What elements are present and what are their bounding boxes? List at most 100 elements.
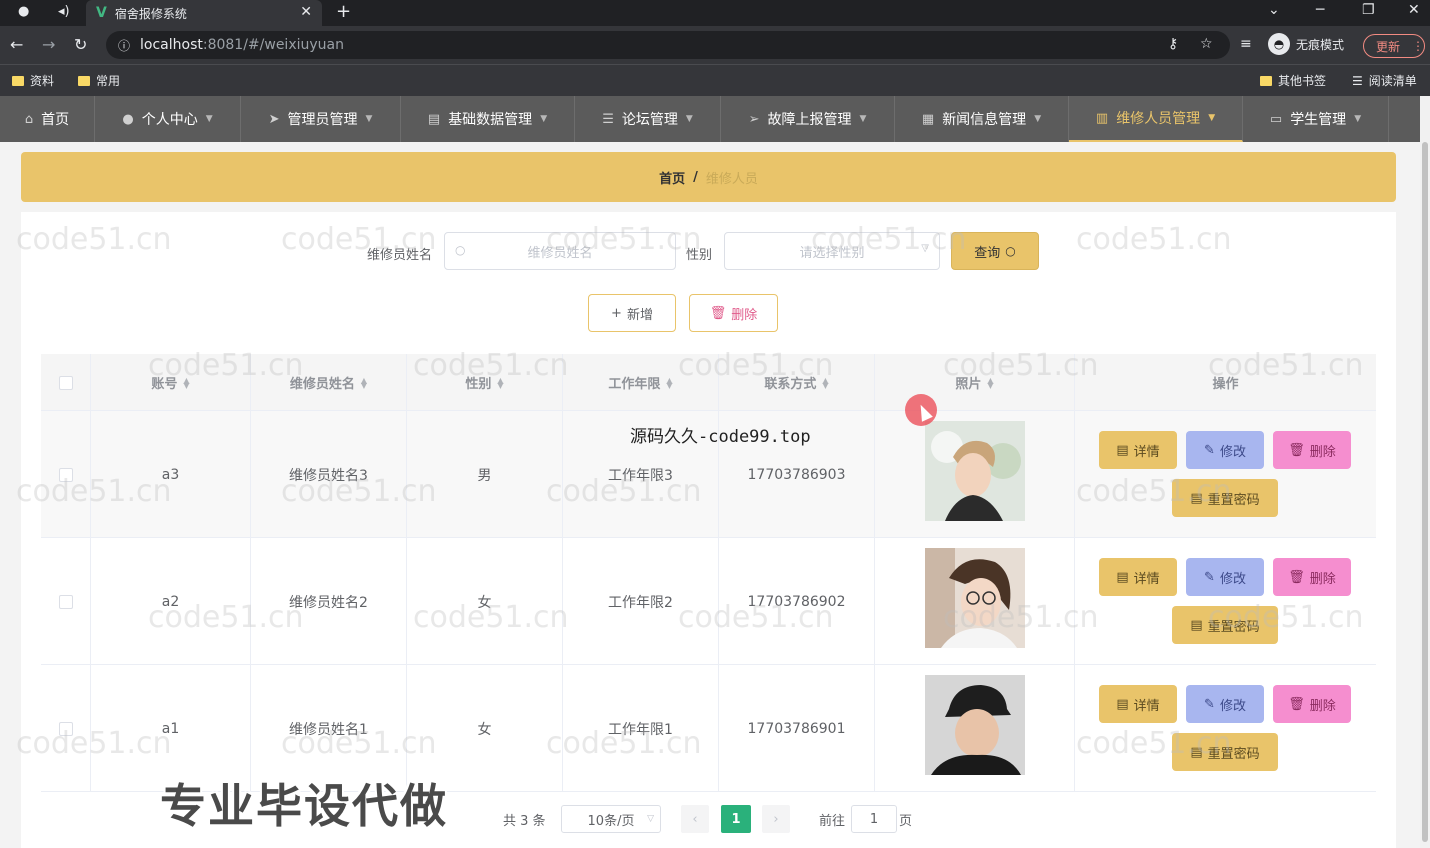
reset-password-button[interactable]: ▤ 重置密码 [1172, 733, 1278, 771]
restore-icon[interactable]: ❐ [1362, 2, 1375, 18]
add-button[interactable]: + 新增 [588, 294, 676, 332]
site-info-icon[interactable]: ⓘ [118, 37, 130, 54]
select-all-cell [41, 354, 91, 411]
nav-item-forum[interactable]: ☰ 论坛管理 ▼ [575, 96, 721, 142]
reading-list[interactable]: ☰ 阅读清单 [1352, 72, 1417, 89]
other-bookmarks-label: 其他书签 [1278, 74, 1327, 88]
folder-icon [12, 75, 24, 86]
key-icon[interactable]: ⚷ [1168, 36, 1178, 52]
nav-item-home[interactable]: ⌂ 首页 [0, 96, 95, 142]
folder-icon [1260, 75, 1272, 86]
sort-icon[interactable]: ▲ ▼ [822, 376, 828, 389]
sort-icon[interactable]: ▲ ▼ [987, 376, 993, 389]
delete-button[interactable]: 🗑 删除 [1273, 431, 1351, 469]
gender-cell: 男 [407, 411, 563, 538]
close-window-icon[interactable]: ✕ [1408, 2, 1420, 18]
browser-menu-icon[interactable]: ● [18, 4, 29, 19]
document-icon: ▤ [1190, 617, 1203, 633]
col-phone[interactable]: 联系方式 ▲ ▼ [719, 354, 875, 411]
page-scrollbar[interactable] [1420, 96, 1430, 848]
star-icon[interactable]: ☆ [1200, 36, 1213, 52]
reset-password-button[interactable]: ▤ 重置密码 [1172, 606, 1278, 644]
reload-icon[interactable]: ↻ [74, 35, 87, 54]
url-host: localhost [140, 37, 203, 53]
edit-label: 修改 [1219, 698, 1246, 714]
col-account[interactable]: 账号 ▲ ▼ [91, 354, 251, 411]
repairman-photo[interactable] [925, 548, 1025, 648]
sort-icon[interactable]: ▲ ▼ [361, 376, 367, 389]
detail-button[interactable]: ▤ 详情 [1099, 685, 1177, 723]
bookmark-folder-2[interactable]: 常用 [78, 72, 120, 89]
bookmark-label: 资料 [30, 74, 55, 88]
breadcrumb-home[interactable]: 首页 [659, 168, 685, 187]
edit-button[interactable]: ✎ 修改 [1186, 431, 1264, 469]
bookmark-folder-1[interactable]: 资料 [12, 72, 54, 89]
sort-icon[interactable]: ▲ ▼ [497, 376, 503, 389]
page-size-select[interactable]: 10条/页 ▽ [561, 805, 661, 833]
query-button[interactable]: 查询 ○ [951, 232, 1039, 270]
row-checkbox[interactable] [58, 721, 73, 736]
browser-tab[interactable]: V 宿舍报修系统 ✕ [86, 0, 322, 26]
breadcrumb-separator: / [693, 169, 698, 185]
repairman-photo[interactable] [925, 421, 1025, 521]
col-photo[interactable]: 照片 ▲ ▼ [875, 354, 1075, 411]
nav-item-admin[interactable]: ➤ 管理员管理 ▼ [241, 96, 401, 142]
nav-item-student[interactable]: ▭ 学生管理 ▼ [1243, 96, 1389, 142]
goto-page-input[interactable]: 1 [851, 805, 897, 833]
row-checkbox[interactable] [58, 594, 73, 609]
select-all-checkbox[interactable] [58, 375, 73, 390]
gender-select[interactable]: 请选择性别 ▽ [724, 232, 940, 270]
breadcrumb: 首页 / 维修人员 [21, 152, 1396, 202]
back-icon[interactable]: ← [10, 35, 23, 54]
other-bookmarks[interactable]: 其他书签 [1260, 72, 1326, 89]
document-icon: ▤ [1190, 490, 1203, 506]
update-button[interactable]: 更新 ⋮ [1363, 34, 1425, 58]
sort-icon[interactable]: ▲ ▼ [666, 376, 672, 389]
delete-label: 删除 [1309, 444, 1336, 460]
delete-button[interactable]: 🗑 删除 [1273, 558, 1351, 596]
promo-overlay-text: 专业毕设代做 [160, 779, 448, 833]
user-icon: ● [122, 111, 134, 127]
search-icon: ○ [455, 243, 466, 257]
reset-password-button[interactable]: ▤ 重置密码 [1172, 479, 1278, 517]
incognito-indicator[interactable]: ◓ 无痕模式 [1268, 33, 1344, 55]
add-label: 新增 [626, 307, 653, 323]
col-name[interactable]: 维修员姓名 ▲ ▼ [251, 354, 407, 411]
delete-button[interactable]: 🗑 删除 [1273, 685, 1351, 723]
nav-label: 首页 [41, 112, 70, 128]
tab-search-icon[interactable]: ⌄ [1268, 2, 1280, 18]
nav-item-basedata[interactable]: ▤ 基础数据管理 ▼ [401, 96, 575, 142]
sliders-icon: ☰ [602, 111, 614, 127]
close-tab-icon[interactable]: ✕ [300, 4, 312, 20]
vue-logo-icon: V [96, 5, 107, 21]
pagination-total: 共 3 条 [503, 813, 546, 829]
edit-button[interactable]: ✎ 修改 [1186, 685, 1264, 723]
page-number-current[interactable]: 1 [721, 805, 751, 833]
audio-icon[interactable]: ◂) [58, 4, 70, 19]
col-label: 性别 [465, 377, 492, 392]
batch-delete-button[interactable]: 🗑 删除 [689, 294, 778, 332]
gender-label: 性别 [686, 248, 713, 263]
media-icon[interactable]: ≡ [1240, 36, 1252, 52]
col-years[interactable]: 工作年限 ▲ ▼ [563, 354, 719, 411]
repairman-photo[interactable] [925, 675, 1025, 775]
col-gender[interactable]: 性别 ▲ ▼ [407, 354, 563, 411]
nav-item-profile[interactable]: ● 个人中心 ▼ [95, 96, 241, 142]
nav-item-news[interactable]: ▦ 新闻信息管理 ▼ [895, 96, 1069, 142]
url-input[interactable]: ⓘ localhost:8081/#/weixiuyuan [106, 31, 1230, 59]
new-tab-icon[interactable]: + [336, 1, 351, 22]
detail-button[interactable]: ▤ 详情 [1099, 558, 1177, 596]
prev-page-button[interactable]: ‹ [681, 805, 709, 833]
name-search-input[interactable]: ○ 维修员姓名 [444, 232, 676, 270]
next-page-button[interactable]: › [762, 805, 790, 833]
minimize-icon[interactable]: ─ [1316, 2, 1324, 18]
detail-button[interactable]: ▤ 详情 [1099, 431, 1177, 469]
nav-item-fault[interactable]: ➢ 故障上报管理 ▼ [721, 96, 895, 142]
nav-item-repairman[interactable]: ▥ 维修人员管理 ▼ [1069, 96, 1243, 142]
forward-icon[interactable]: → [42, 35, 55, 54]
chevron-down-icon: ▼ [365, 114, 373, 124]
scrollbar-thumb[interactable] [1422, 142, 1428, 842]
sort-icon[interactable]: ▲ ▼ [183, 376, 189, 389]
edit-button[interactable]: ✎ 修改 [1186, 558, 1264, 596]
row-checkbox[interactable] [58, 467, 73, 482]
